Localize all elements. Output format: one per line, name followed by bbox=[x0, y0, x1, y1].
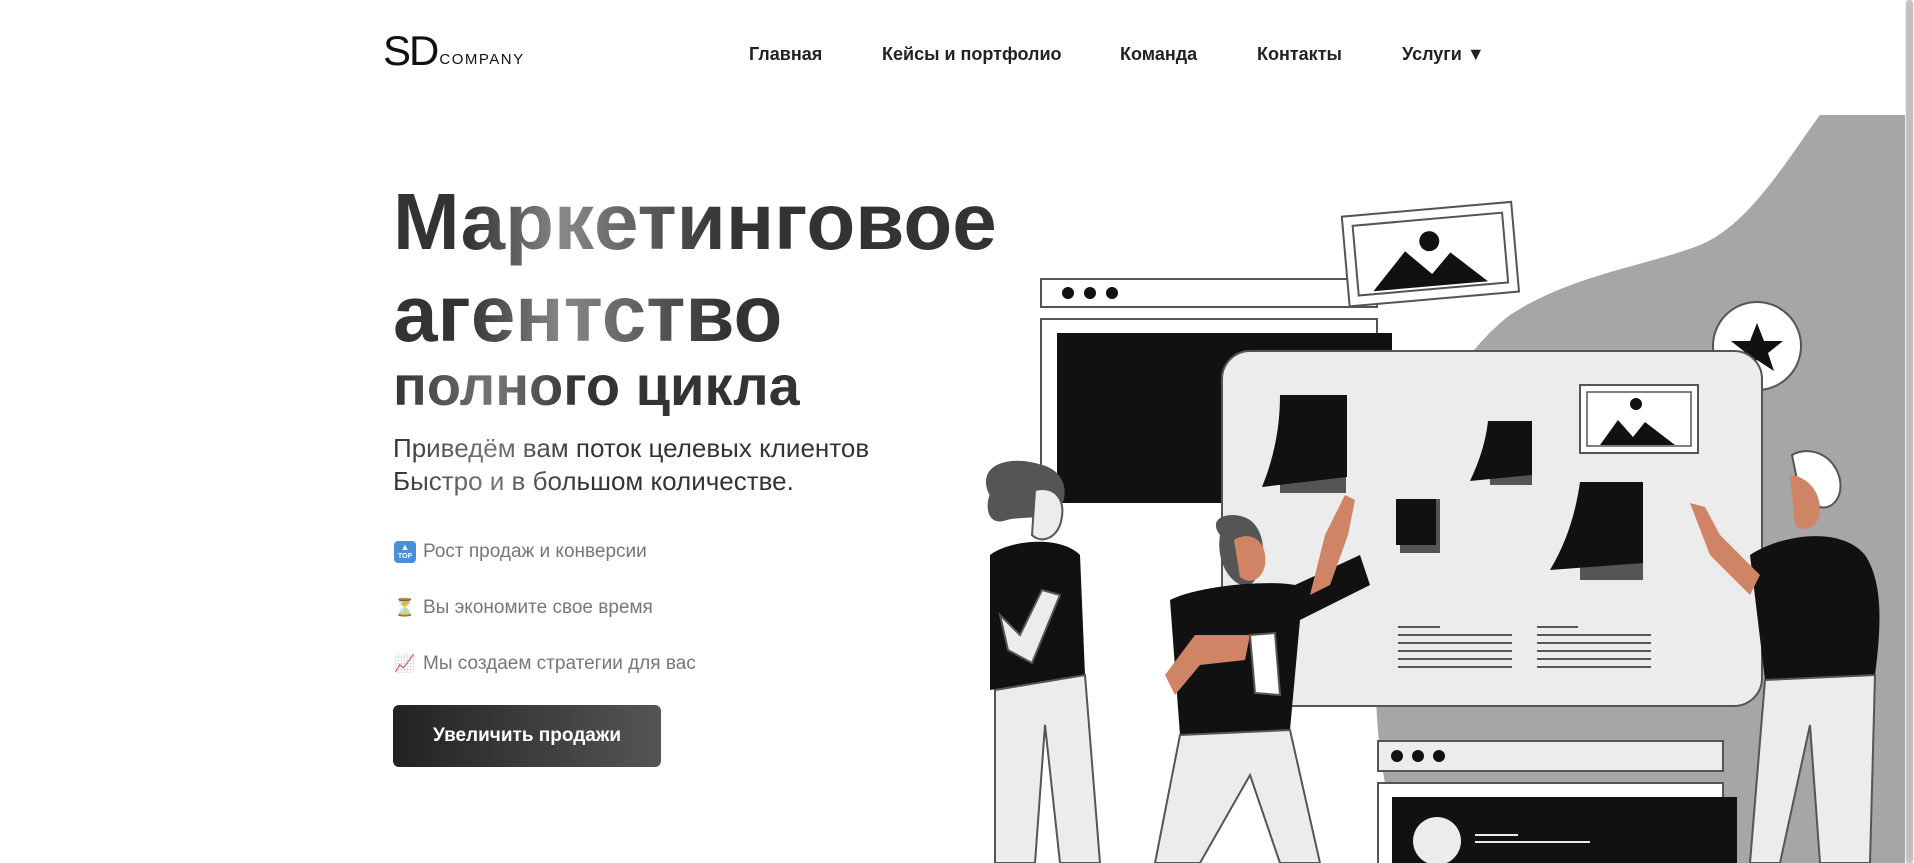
hero-title-line1: Маркетинговое bbox=[393, 177, 997, 266]
nav-item-services-dropdown[interactable]: Услуги ▼ bbox=[1402, 44, 1485, 65]
browser-window-bottom bbox=[1377, 740, 1737, 863]
top-arrow-icon: ▲ TOP bbox=[393, 540, 417, 564]
hero-lead: Приведём вам поток целевых клиентов Быст… bbox=[393, 432, 869, 498]
hero-title: Маркетинговое агентство bbox=[393, 176, 997, 360]
hero-subtitle: полного цикла bbox=[393, 354, 800, 417]
logo-mark: SD bbox=[383, 27, 439, 74]
feature-text: Рост продаж и конверсии bbox=[423, 541, 647, 562]
scrollbar-thumb[interactable] bbox=[1906, 0, 1913, 863]
hourglass-icon: ⏳ bbox=[394, 598, 416, 617]
company-logo[interactable]: SD COMPANY bbox=[383, 30, 525, 72]
chart-up-icon: 📈 bbox=[394, 654, 416, 673]
person-thinking bbox=[985, 460, 1102, 863]
board bbox=[1221, 350, 1763, 707]
framed-picture bbox=[1340, 200, 1521, 308]
feature-list: ▲ TOP Рост продаж и конверсии ⏳ Вы эконом… bbox=[393, 524, 696, 692]
feature-text: Вы экономите свое время bbox=[423, 597, 653, 618]
team-illustration bbox=[985, 115, 1905, 863]
nav-item-team[interactable]: Команда bbox=[1120, 44, 1197, 65]
nav-item-portfolio[interactable]: Кейсы и портфолио bbox=[882, 44, 1062, 65]
hero-title-line2: агентство bbox=[393, 269, 783, 358]
hero-lead-line1: Приведём вам поток целевых клиентов bbox=[393, 433, 870, 463]
nav-item-contacts[interactable]: Контакты bbox=[1257, 44, 1342, 65]
page: SD COMPANY Главная Кейсы и портфолио Ком… bbox=[0, 0, 1905, 863]
logo-wordmark: COMPANY bbox=[439, 51, 525, 68]
feature-text: Мы создаем стратегии для вас bbox=[423, 653, 696, 674]
page-scrollbar[interactable] bbox=[1905, 0, 1914, 863]
hero-lead-line2: Быстро и в большом количестве. bbox=[393, 466, 794, 496]
feature-item: ▲ TOP Рост продаж и конверсии bbox=[393, 524, 696, 580]
increase-sales-button[interactable]: Увеличить продажи bbox=[393, 705, 661, 767]
nav-item-home[interactable]: Главная bbox=[749, 44, 822, 65]
feature-item: 📈 Мы создаем стратегии для вас bbox=[393, 636, 696, 692]
feature-item: ⏳ Вы экономите свое время bbox=[393, 580, 696, 636]
